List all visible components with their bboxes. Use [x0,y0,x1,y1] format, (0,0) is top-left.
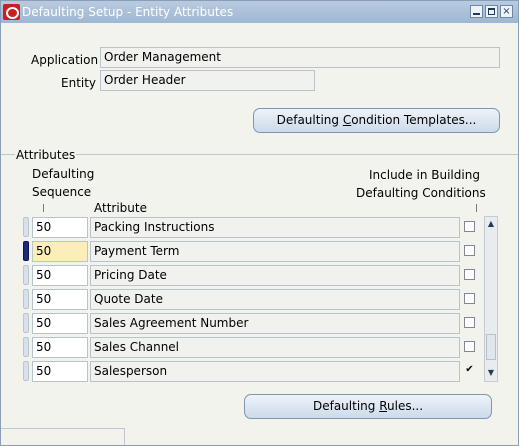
attribute-field[interactable]: Sales Agreement Number [90,313,460,334]
sequence-field[interactable]: 50 [32,265,88,286]
row-indicator[interactable] [23,337,29,357]
bottom-divider-tick [124,429,125,445]
row-indicator[interactable] [23,289,29,309]
row-indicator[interactable] [23,265,29,285]
attribute-field[interactable]: Quote Date [90,289,460,310]
attribute-field[interactable]: Salesperson [90,361,460,382]
button-text: ondition Templates... [351,113,477,127]
sequence-field[interactable]: 50 [32,361,88,382]
include-column-tick [476,204,477,212]
include-checkbox[interactable] [464,245,475,256]
defaulting-rules-button[interactable]: Defaulting Rules... [244,394,492,419]
row-indicator[interactable] [23,361,29,381]
scroll-down-icon[interactable]: ▼ [486,368,496,378]
include-checkbox[interactable] [464,221,475,232]
include-checkbox[interactable] [464,317,475,328]
maximize-button[interactable] [485,5,498,18]
oracle-logo-icon [3,4,20,20]
sequence-header-line1: Defaulting [32,167,95,181]
button-text: ules... [387,399,424,413]
attribute-field[interactable]: Packing Instructions [90,217,460,238]
attribute-field[interactable]: Pricing Date [90,265,460,286]
attributes-separator [1,154,518,155]
button-text: Defaulting [312,399,380,413]
attribute-field[interactable]: Sales Channel [90,337,460,358]
defaulting-setup-window: Defaulting Setup - Entity Attributes × A… [0,0,519,446]
attributes-group-label: Attributes [15,148,77,162]
sequence-field[interactable]: 50 [32,337,88,358]
attribute-header: Attribute [94,201,147,215]
row-indicator[interactable] [23,217,29,237]
include-checkbox[interactable] [464,269,475,280]
window-title: Defaulting Setup - Entity Attributes [22,5,234,19]
title-bar[interactable]: Defaulting Setup - Entity Attributes × [1,1,518,23]
row-indicator[interactable] [23,313,29,333]
row-indicator[interactable] [23,241,29,261]
minimize-button[interactable] [470,5,483,18]
include-header-line2: Defaulting Conditions [356,186,486,200]
sequence-field[interactable]: 50 [32,217,88,238]
scroll-up-icon[interactable]: ▲ [486,219,496,229]
close-button[interactable]: × [500,5,513,18]
include-header-line1: Include in Building [369,168,480,182]
defaulting-condition-templates-button[interactable]: Defaulting Condition Templates... [253,108,500,133]
button-text: Defaulting [276,113,343,127]
application-field[interactable]: Order Management [100,47,500,68]
scroll-thumb[interactable] [486,334,496,360]
entity-label: Entity [61,76,97,90]
include-checkbox[interactable]: ✔ [464,365,475,376]
sequence-field[interactable]: 50 [32,289,88,310]
bottom-divider [1,428,125,429]
sequence-header-line2: Sequence [32,185,92,199]
application-label: Application [31,53,99,67]
sequence-column-tick [43,204,44,212]
sequence-field[interactable]: 50 [32,241,88,262]
button-mnemonic: C [342,113,352,127]
entity-field[interactable]: Order Header [100,70,315,91]
attribute-field[interactable]: Payment Term [90,241,460,262]
include-checkbox[interactable] [464,341,475,352]
attributes-scrollbar[interactable]: ▲ ▼ [484,216,498,382]
button-mnemonic: R [379,399,387,413]
sequence-field[interactable]: 50 [32,313,88,334]
include-checkbox[interactable] [464,293,475,304]
